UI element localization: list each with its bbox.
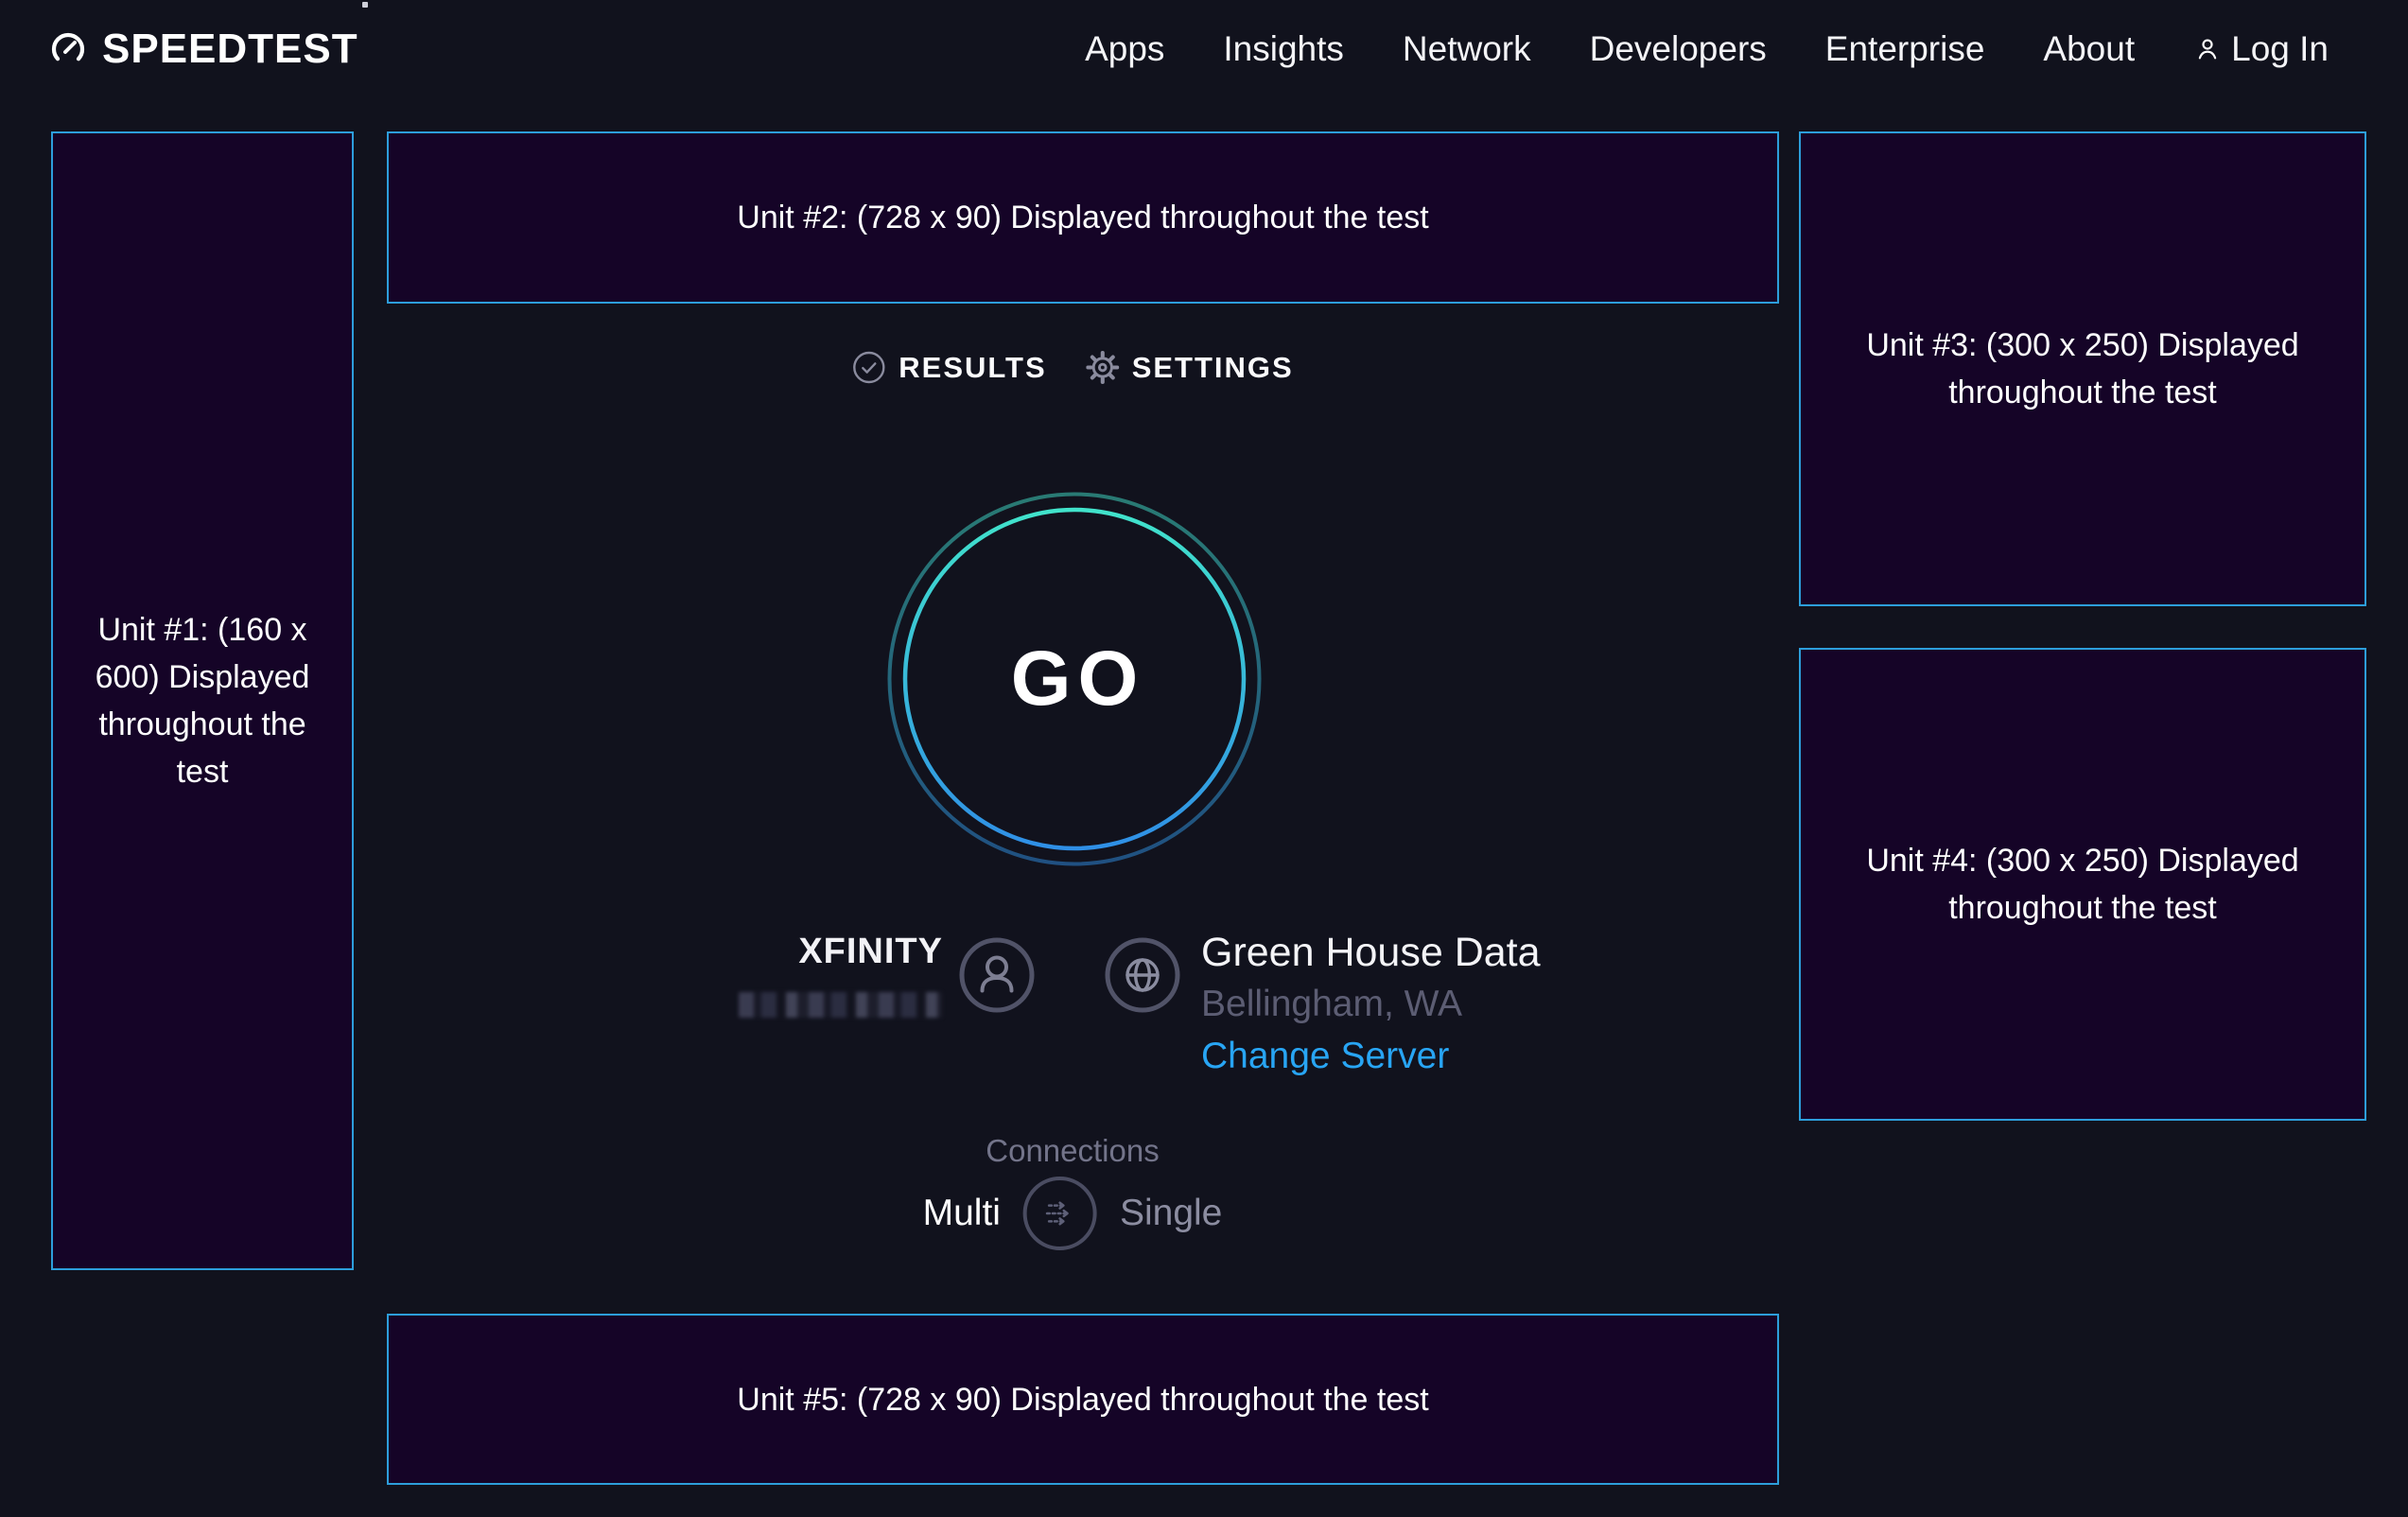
nav-enterprise[interactable]: Enterprise xyxy=(1825,29,1985,69)
nav-network[interactable]: Network xyxy=(1403,29,1531,69)
connections-multi-label[interactable]: Multi xyxy=(923,1193,1001,1234)
top-navigation: Apps Insights Network Developers Enterpr… xyxy=(1085,0,2329,98)
ad-unit-5[interactable]: Unit #5: (728 x 90) Displayed throughout… xyxy=(387,1314,1779,1485)
ad-unit-4-label: Unit #4: (300 x 250) Displayed throughou… xyxy=(1861,837,2304,932)
ad-unit-1-label: Unit #1: (160 x 600) Displayed throughou… xyxy=(85,606,320,795)
tab-settings[interactable]: SETTINGS xyxy=(1087,351,1294,385)
go-label: GO xyxy=(885,490,1264,868)
gear-icon xyxy=(1087,351,1120,384)
check-circle-icon xyxy=(851,350,886,385)
tab-results-label: RESULTS xyxy=(899,351,1046,385)
speedtest-page: SPEEDTEST Apps Insights Network Develope… xyxy=(0,0,2408,1517)
nav-developers[interactable]: Developers xyxy=(1590,29,1767,69)
server-location: Bellingham, WA xyxy=(1201,985,1541,1023)
ad-unit-4[interactable]: Unit #4: (300 x 250) Displayed throughou… xyxy=(1799,648,2366,1121)
connections-toggle[interactable] xyxy=(1023,1177,1097,1250)
tab-results[interactable]: RESULTS xyxy=(851,350,1046,385)
ad-unit-5-label: Unit #5: (728 x 90) Displayed throughout… xyxy=(737,1376,1428,1423)
go-button[interactable]: GO xyxy=(885,490,1264,868)
tab-settings-label: SETTINGS xyxy=(1132,351,1294,385)
multi-connection-arrows-icon xyxy=(1038,1192,1082,1235)
server-name: Green House Data xyxy=(1201,931,1541,974)
globe-circle-icon xyxy=(1105,937,1180,1018)
ad-unit-3-label: Unit #3: (300 x 250) Displayed throughou… xyxy=(1861,322,2304,416)
isp-name: XFINITY xyxy=(605,932,943,972)
trademark-mark xyxy=(362,2,368,8)
nav-about[interactable]: About xyxy=(2043,29,2135,69)
ad-unit-2[interactable]: Unit #2: (728 x 90) Displayed throughout… xyxy=(387,131,1779,304)
change-server-link[interactable]: Change Server xyxy=(1201,1037,1541,1075)
speedometer-gauge-icon xyxy=(49,30,87,68)
connections-single-label[interactable]: Single xyxy=(1120,1193,1222,1234)
login-label: Log In xyxy=(2231,29,2329,69)
isp-detail-redacted xyxy=(739,992,942,1018)
nav-insights[interactable]: Insights xyxy=(1223,29,1344,69)
connections-label: Connections xyxy=(986,1133,1159,1169)
nav-apps[interactable]: Apps xyxy=(1085,29,1164,69)
isp-user-circle-icon xyxy=(959,937,1035,1018)
user-icon xyxy=(2193,35,2222,63)
ad-unit-2-label: Unit #2: (728 x 90) Displayed throughout… xyxy=(737,194,1428,241)
server-info: Green House Data Bellingham, WA Change S… xyxy=(1201,931,1541,1075)
login-button[interactable]: Log In xyxy=(2193,29,2329,69)
connections-toggle-row: Multi Single xyxy=(923,1177,1223,1250)
logo-wordmark: SPEEDTEST xyxy=(102,26,358,73)
speedtest-logo[interactable]: SPEEDTEST xyxy=(49,0,358,98)
ad-unit-1[interactable]: Unit #1: (160 x 600) Displayed throughou… xyxy=(51,131,354,1270)
ad-unit-3[interactable]: Unit #3: (300 x 250) Displayed throughou… xyxy=(1799,131,2366,606)
results-settings-tabs: RESULTS xyxy=(851,350,1293,385)
